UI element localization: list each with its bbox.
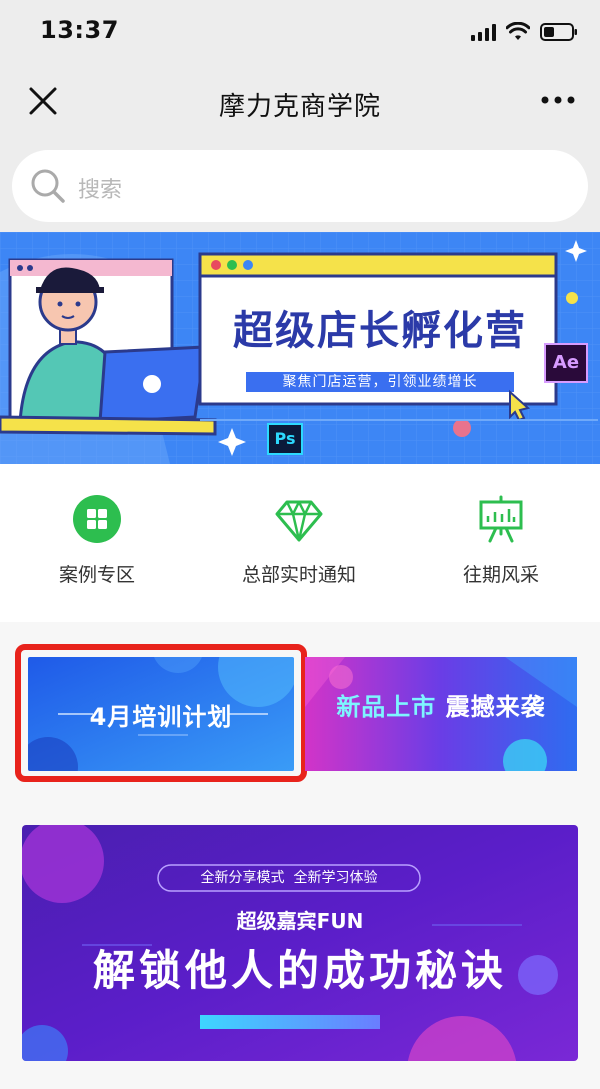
quick-nav: 案例专区 总部实时通知 往期风采 [0,464,600,622]
status-time: 13:37 [40,16,119,44]
hero-banner-subtitle: 聚焦门店运营，引领业绩增长 [282,374,478,390]
status-bar: 13:37 [0,0,600,62]
promo-new-products[interactable]: 新品上市 震撼来袭 [305,657,577,771]
promo-row: 4月培训计划 新品上市 震撼来袭 [0,622,600,800]
quick-nav-label: 总部实时通知 [241,564,356,586]
grid-icon [73,495,121,543]
search-bar[interactable]: 搜索 [12,150,588,222]
selection-highlight [15,644,307,782]
more-options-icon[interactable] [538,90,578,110]
bottom-promo-banner[interactable]: 全新分享模式 全新学习体验 超级嘉宾FUN 解锁他人的成功秘诀 [22,825,578,1061]
easel-icon [479,495,523,543]
hero-banner-title: 超级店长孵化营 [233,308,527,354]
ps-badge: Ps [274,429,296,448]
diamond-icon [275,500,323,542]
bottom-banner-title: 解锁他人的成功秘诀 [92,946,507,995]
nav-bar: 摩力克商学院 [0,62,600,142]
bottom-banner-tagline: 全新分享模式 全新学习体验 [200,870,378,886]
quick-nav-label: 案例专区 [58,564,135,586]
wifi-icon [506,22,530,42]
battery-icon [540,22,578,42]
ae-badge: Ae [552,352,580,373]
promo-new-products-title-b: 震撼来袭 [445,693,546,721]
search-input[interactable]: 搜索 [78,172,122,204]
search-icon [31,169,65,203]
bottom-area: 全新分享模式 全新学习体验 超级嘉宾FUN 解锁他人的成功秘诀 [0,800,600,1089]
quick-nav-label: 往期风采 [462,564,539,586]
promo-new-products-title-a: 新品上市 [336,693,437,721]
status-icons [471,20,578,44]
page-title: 摩力克商学院 [218,92,381,122]
quick-nav-notices[interactable]: 总部实时通知 [209,494,389,587]
quick-nav-cases[interactable]: 案例专区 [7,494,187,587]
quick-nav-highlights[interactable]: 往期风采 [411,494,591,587]
bottom-banner-subtitle: 超级嘉宾FUN [236,909,364,933]
promo-new-products-title: 新品上市 震撼来袭 [305,687,577,722]
signal-icon [471,23,496,41]
hero-banner[interactable]: 超级店长孵化营 聚焦门店运营，引领业绩增长 聚焦门店运营，引领业绩增长 Ps A… [0,232,600,464]
